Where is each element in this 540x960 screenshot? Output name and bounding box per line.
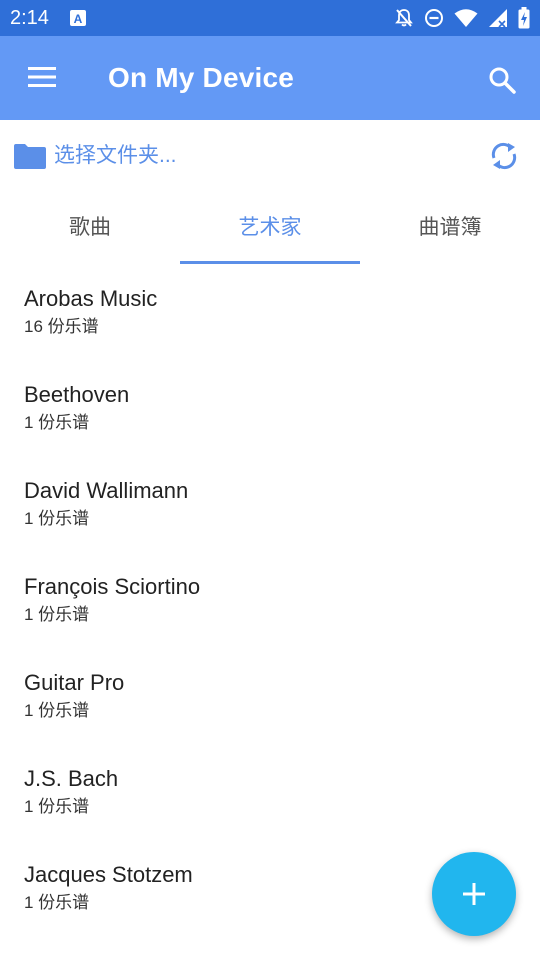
tab-artists[interactable]: 艺术家	[180, 192, 360, 264]
list-item[interactable]: François Sciortino 1 份乐谱	[0, 552, 540, 648]
folder-selector[interactable]: 选择文件夹...	[0, 120, 540, 192]
status-icons	[394, 6, 530, 30]
score-count: 16 份乐谱	[24, 317, 99, 336]
list-item[interactable]: Beethoven 1 份乐谱	[0, 360, 540, 456]
artist-name: Guitar Pro	[24, 670, 125, 695]
score-count: 1 份乐谱	[24, 413, 90, 432]
app-notification-icon: A	[70, 10, 86, 26]
tab-songbooks[interactable]: 曲谱簿	[360, 192, 540, 264]
wifi-icon	[454, 8, 478, 28]
menu-icon	[28, 67, 56, 87]
search-icon	[489, 67, 516, 94]
list-item[interactable]: Arobas Music 16 份乐谱	[0, 264, 540, 360]
list-item[interactable]: David Wallimann 1 份乐谱	[0, 456, 540, 552]
artist-name: Arobas Music	[24, 286, 158, 311]
menu-button[interactable]	[14, 56, 70, 100]
app-bar: On My Device	[0, 36, 540, 120]
score-count: 1 份乐谱	[24, 509, 90, 528]
refresh-icon	[491, 142, 517, 170]
artist-name: Jacques Stotzem	[24, 862, 193, 887]
artist-name: Beethoven	[24, 382, 130, 407]
status-bar: 2:14 A	[0, 0, 540, 36]
list-item[interactable]: Guitar Pro 1 份乐谱	[0, 648, 540, 744]
folder-label[interactable]: 选择文件夹...	[54, 142, 177, 170]
artist-list: Arobas Music 16 份乐谱 Beethoven 1 份乐谱 Davi…	[0, 264, 540, 936]
score-count: 1 份乐谱	[24, 797, 90, 816]
battery-charging-icon	[518, 7, 530, 29]
list-item[interactable]: J.S. Bach 1 份乐谱	[0, 744, 540, 840]
score-count: 1 份乐谱	[24, 893, 90, 912]
add-icon	[463, 883, 485, 905]
page-title: On My Device	[108, 62, 295, 93]
signal-icon	[488, 8, 508, 28]
notifications-off-icon	[394, 8, 414, 28]
artist-name: François Sciortino	[24, 574, 201, 599]
status-time: 2:14	[10, 7, 49, 29]
tab-songs[interactable]: 歌曲	[0, 192, 180, 264]
svg-text:A: A	[74, 12, 83, 26]
add-button[interactable]	[432, 852, 516, 936]
score-count: 1 份乐谱	[24, 701, 90, 720]
do-not-disturb-icon	[424, 8, 444, 28]
artist-name: J.S. Bach	[24, 766, 119, 791]
folder-icon	[14, 144, 46, 169]
refresh-button[interactable]	[486, 138, 522, 174]
score-count: 1 份乐谱	[24, 605, 90, 624]
search-button[interactable]	[480, 58, 524, 102]
tab-bar: 歌曲 艺术家 曲谱簿	[0, 192, 540, 264]
artist-name: David Wallimann	[24, 478, 189, 503]
